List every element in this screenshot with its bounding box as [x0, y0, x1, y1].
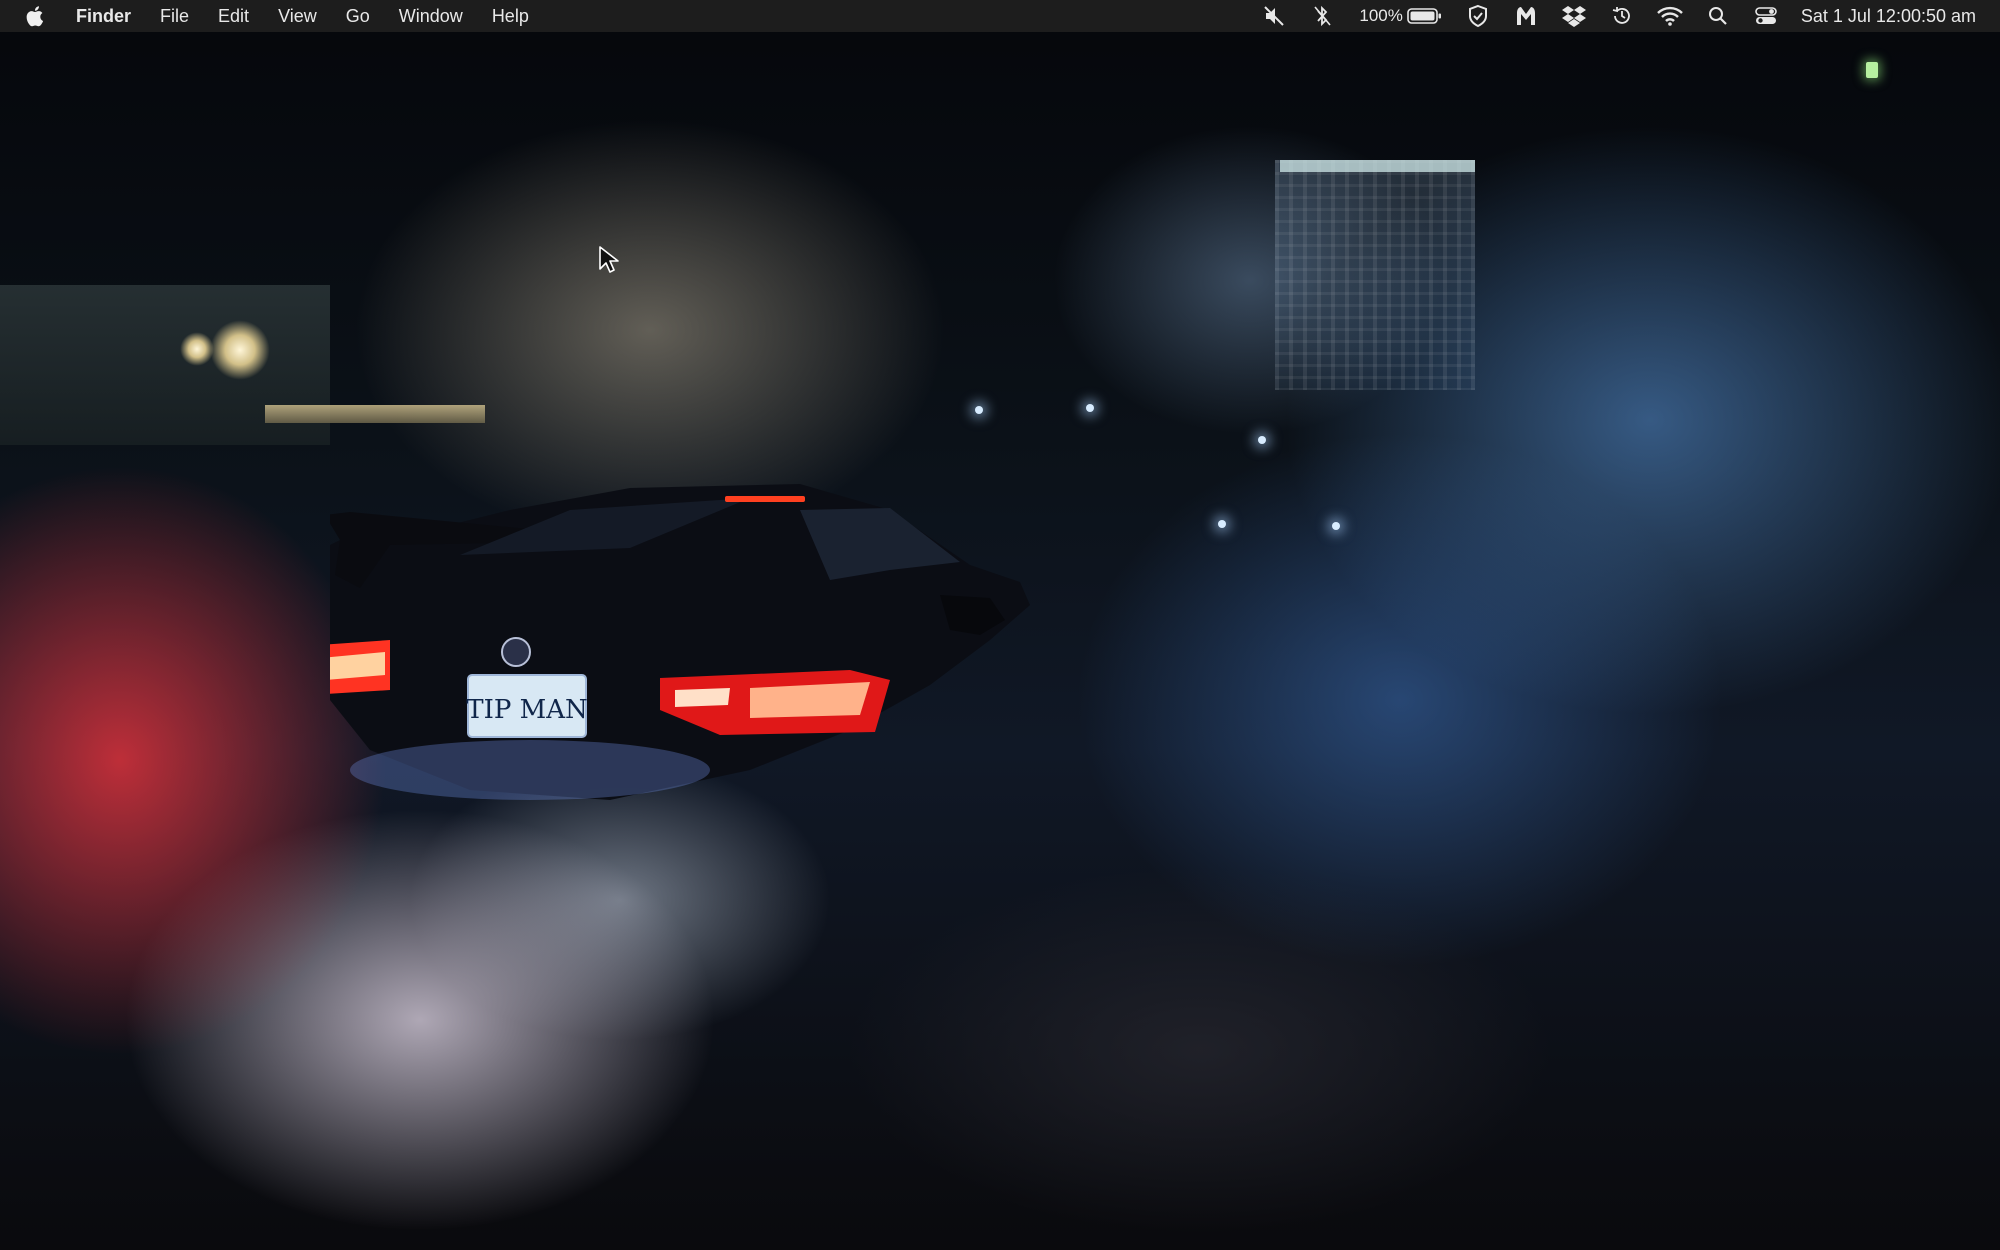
wifi-icon[interactable]	[1657, 3, 1683, 29]
wallpaper-license-plate-text: TIP MAN	[466, 695, 588, 725]
menu-app-finder[interactable]: Finder	[76, 0, 131, 32]
wallpaper-city-light	[1258, 436, 1266, 444]
menubar-clock[interactable]: Sat 1 Jul 12:00:50 am	[1801, 6, 1976, 27]
wallpaper-building-ledge	[265, 405, 485, 423]
battery-icon	[1407, 8, 1441, 24]
wallpaper-city-light	[1332, 522, 1340, 530]
wallpaper-city-light	[1866, 62, 1878, 78]
wallpaper-city-light	[975, 406, 983, 414]
bluetooth-off-icon[interactable]	[1309, 3, 1335, 29]
menu-bar: Finder File Edit View Go Window Help 100…	[0, 0, 2000, 32]
spotlight-search-icon[interactable]	[1705, 3, 1731, 29]
mute-icon[interactable]	[1261, 3, 1287, 29]
wallpaper-city-tower	[1275, 160, 1475, 390]
malwarebytes-icon[interactable]	[1513, 3, 1539, 29]
menu-help[interactable]: Help	[492, 0, 529, 32]
menu-view[interactable]: View	[278, 0, 317, 32]
wallpaper-street-lamp	[180, 332, 214, 366]
menu-go[interactable]: Go	[346, 0, 370, 32]
wallpaper-car: TIP MAN	[330, 484, 1030, 800]
apple-logo-icon[interactable]	[24, 4, 48, 28]
mouse-pointer-icon	[599, 246, 619, 273]
battery-status[interactable]: 100%	[1359, 6, 1442, 26]
control-center-icon[interactable]	[1753, 3, 1779, 29]
wallpaper-street-lamp	[210, 320, 270, 380]
battery-percentage: 100%	[1359, 6, 1403, 25]
menu-edit[interactable]: Edit	[218, 0, 249, 32]
wallpaper-city-light	[1086, 404, 1094, 412]
time-machine-icon[interactable]	[1609, 3, 1635, 29]
dropbox-icon[interactable]	[1561, 3, 1587, 29]
vpn-shield-icon[interactable]	[1465, 3, 1491, 29]
wallpaper-city-tower-top	[1280, 160, 1475, 172]
menu-file[interactable]: File	[160, 0, 189, 32]
desktop-wallpaper[interactable]: TIP MAN	[0, 0, 2000, 1250]
menu-window[interactable]: Window	[399, 0, 463, 32]
